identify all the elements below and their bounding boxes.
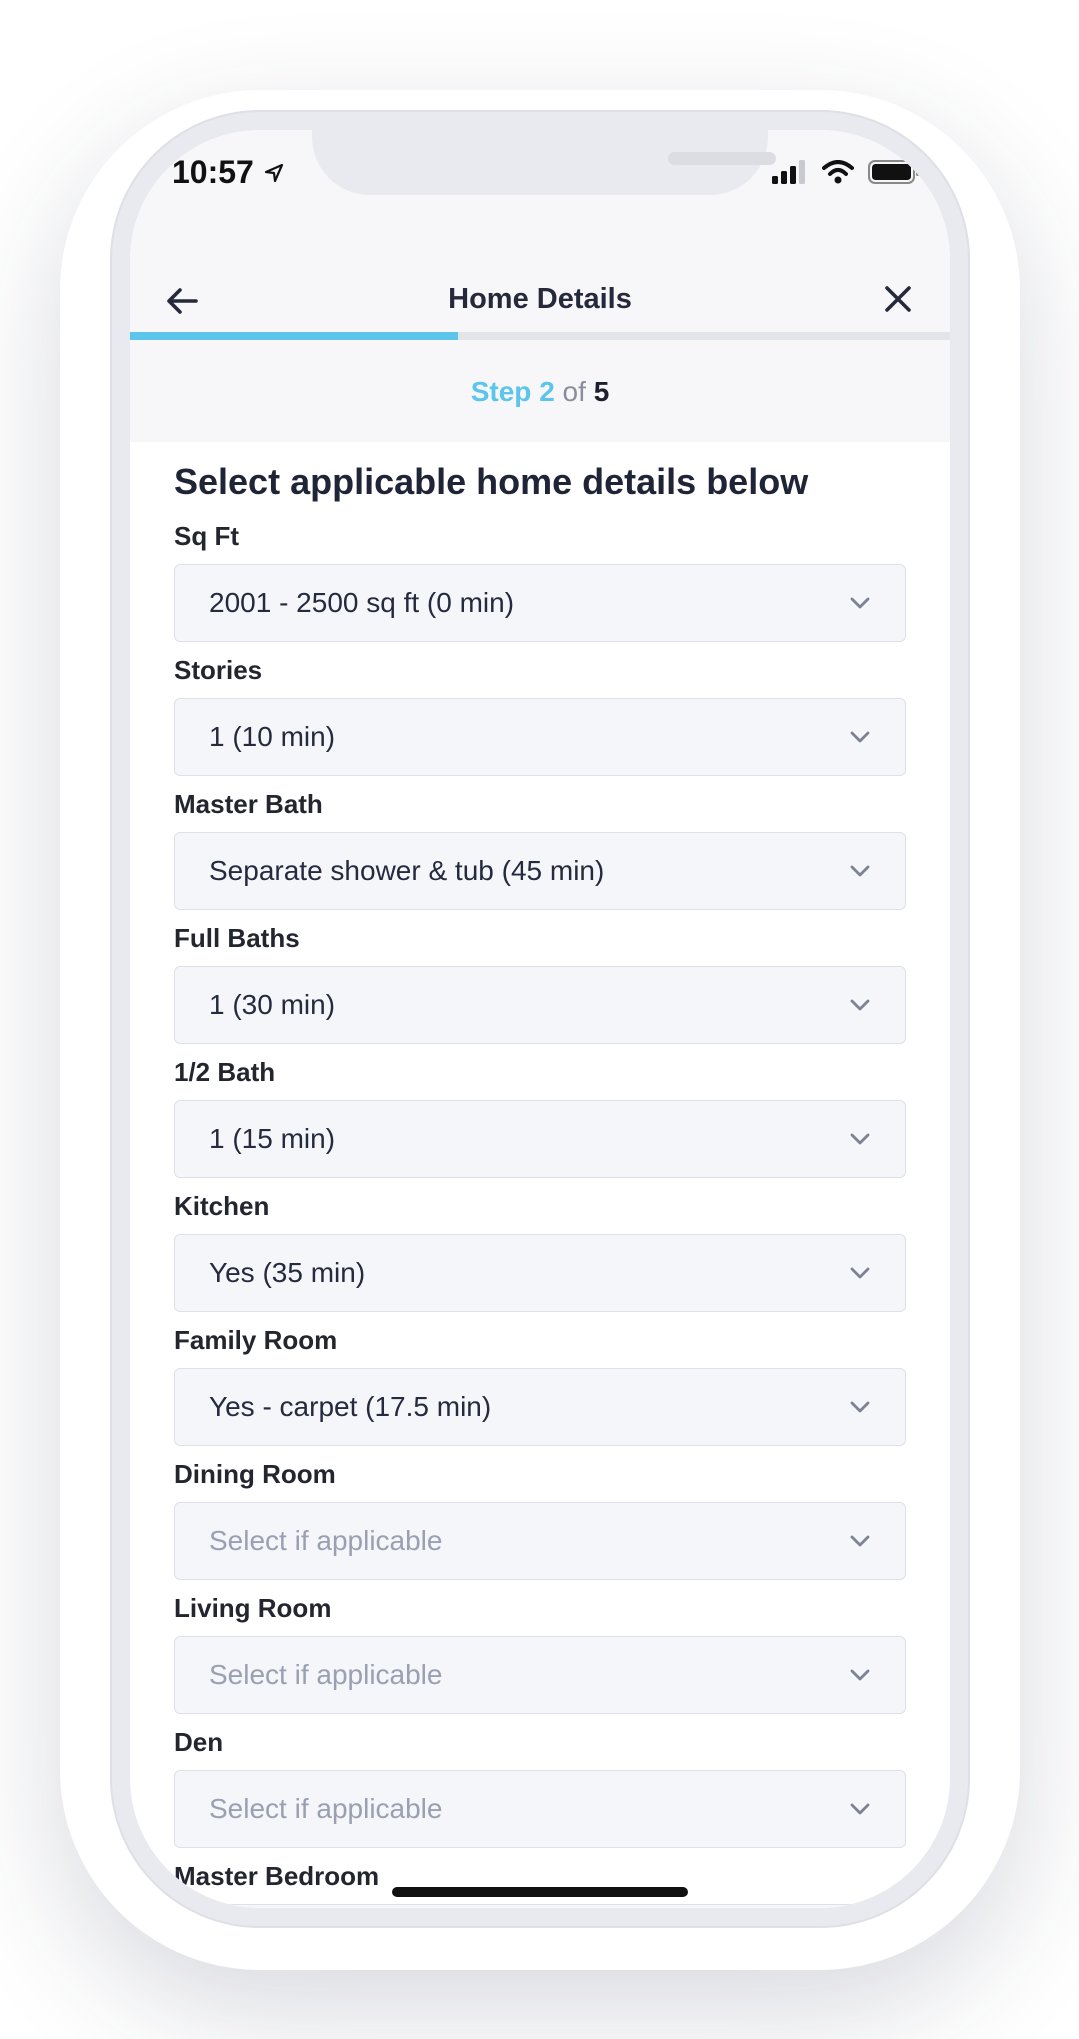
select-value: 1 (30 min) (209, 989, 336, 1020)
select-value: Separate shower & tub (45 min) (209, 855, 605, 886)
chevron-down-icon (850, 865, 870, 877)
field-label: Den (174, 1727, 224, 1757)
app-screen: 10:57 Home Details Step 2 of 5 Select ap… (130, 130, 950, 1908)
chevron-down-icon (850, 597, 870, 609)
form-heading: Select applicable home details below (174, 461, 809, 502)
field-label: Dining Room (174, 1459, 336, 1489)
field-label: 1/2 Bath (174, 1057, 276, 1087)
chevron-down-icon (850, 999, 870, 1011)
select-value: 1 (10 min) (209, 721, 336, 752)
select-dropdown[interactable]: Separate shower & tub (45 min) (174, 832, 906, 910)
time-text: 10:57 (172, 154, 254, 190)
select-dropdown[interactable]: Yes (35 min) (174, 1234, 906, 1312)
select-value: Yes (35 min) (209, 1257, 366, 1288)
field-list: Sq Ft 2001 - 2500 sq ft (0 min) Stories 1 (… (174, 520, 906, 1908)
status-bar-time: 10:57 (172, 154, 284, 191)
step-of: of (562, 376, 586, 407)
field-label: Family Room (174, 1325, 338, 1355)
chevron-down-icon (850, 1669, 870, 1681)
field-label: Kitchen (174, 1191, 270, 1221)
select-dropdown[interactable]: 2001 - 2500 sq ft (0 min) (174, 564, 906, 642)
field-label: Full Baths (174, 923, 300, 953)
select-value: Select if applicable (209, 1793, 443, 1824)
select-value: 2001 - 2500 sq ft (0 min) (209, 587, 515, 618)
select-dropdown[interactable]: 1 (30 min) (174, 966, 906, 1044)
progress-fill (130, 332, 458, 340)
phone-frame: 10:57 Home Details Step 2 of 5 Select ap… (110, 110, 970, 1928)
select-dropdown[interactable] (174, 1904, 906, 1908)
step-total: 5 (593, 376, 610, 407)
select-value: 1 (15 min) (209, 1123, 336, 1154)
field-label: Living Room (174, 1593, 332, 1623)
close-icon[interactable] (880, 281, 916, 317)
progress-bar (130, 332, 950, 340)
select-dropdown[interactable]: Select if applicable (174, 1770, 906, 1848)
select-value: Select if applicable (209, 1659, 443, 1690)
chevron-down-icon (850, 731, 870, 743)
chevron-down-icon (850, 1133, 870, 1145)
chevron-down-icon (850, 1803, 870, 1815)
select-dropdown[interactable]: Select if applicable (174, 1502, 906, 1580)
chevron-down-icon (850, 1401, 870, 1413)
battery-icon (868, 160, 919, 184)
wifi-icon (822, 160, 854, 184)
select-dropdown[interactable]: Yes - carpet (17.5 min) (174, 1368, 906, 1446)
status-bar-icons (772, 160, 920, 184)
select-value: Select if applicable (209, 1525, 443, 1556)
speaker (668, 152, 776, 165)
chevron-down-icon (850, 1535, 870, 1547)
select-dropdown[interactable]: 1 (15 min) (174, 1100, 906, 1178)
select-value: Yes - carpet (17.5 min) (209, 1391, 492, 1422)
field-label: Stories (174, 655, 263, 685)
chevron-down-icon (850, 1267, 870, 1279)
field-label: Sq Ft (174, 521, 239, 551)
step-current: Step 2 (470, 376, 555, 407)
select-dropdown[interactable]: Select if applicable (174, 1636, 906, 1714)
notch (312, 130, 776, 195)
location-arrow-icon (264, 163, 283, 182)
home-indicator[interactable] (392, 1887, 688, 1897)
select-dropdown[interactable]: 1 (10 min) (174, 698, 906, 776)
page-title: Home Details (448, 283, 632, 315)
cellular-signal-icon (772, 160, 805, 184)
form-content: Select applicable home details below Sq … (174, 448, 906, 1908)
field-label: Master Bath (174, 789, 323, 819)
step-indicator: Step 2 of 5 (130, 376, 950, 408)
